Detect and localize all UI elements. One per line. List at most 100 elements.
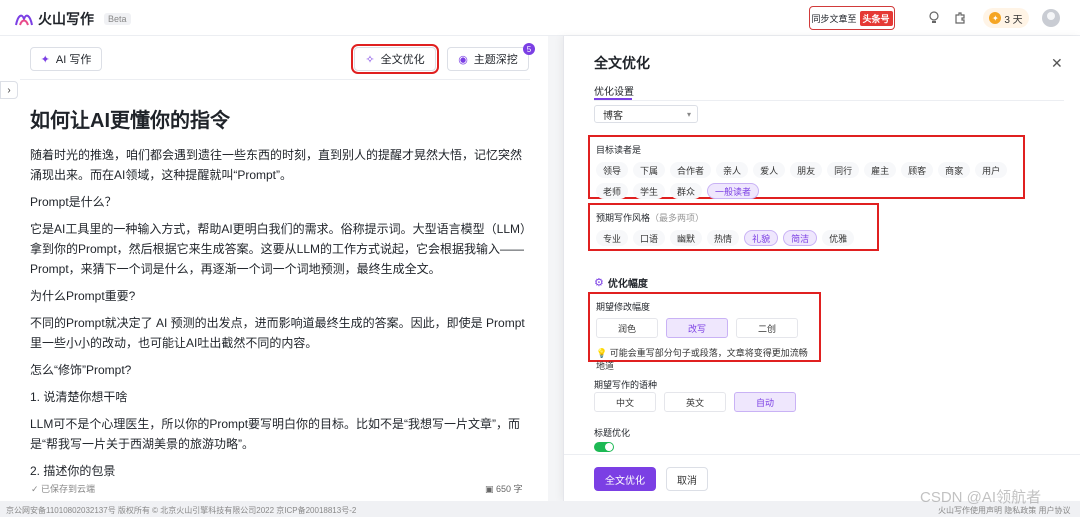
streak-count: 3 天 [1004,14,1023,26]
drawer-footer-divider [564,454,1080,455]
degree-label: 期望修改幅度 [596,302,651,312]
sparkle-icon: ✦ [40,53,50,66]
audience-option[interactable]: 领导 [596,162,629,178]
style-option[interactable]: 简洁 [783,230,818,246]
audience-option[interactable]: 亲人 [716,162,749,178]
expand-sidebar-button[interactable]: › [0,81,18,99]
paragraph[interactable]: 怎么“修饰”Prompt? [30,360,530,380]
paragraph[interactable]: 不同的Prompt就决定了 AI 预测的出发点，进而影响道最终生成的答案。因此，… [30,313,530,353]
paragraph[interactable]: 为什么Prompt重要? [30,286,530,306]
genre-select[interactable]: 博客 ▾ [594,105,698,123]
full-optimize-label: 全文优化 [380,54,425,66]
degree-options: 润色 改写 二创 [596,318,813,338]
audience-option[interactable]: 顾客 [901,162,934,178]
location-pin-icon: ◉ [458,53,468,66]
top-bar: 火山写作 Beta 同步文章至 头条号 ✦ 3 天 [0,0,1080,36]
style-label-text: 预期写作风格 [596,213,651,223]
audience-option[interactable]: 雇主 [864,162,897,178]
degree-option[interactable]: 改写 [666,318,728,338]
topic-deep-button[interactable]: ◉ 主题深挖 [447,47,529,71]
document-body[interactable]: 如何让AI更懂你的指令 随着时光的推逸，咱们都会遇到遗往一些东西的时刻，直到别人… [30,104,530,488]
style-option[interactable]: 口语 [633,230,666,246]
style-option[interactable]: 幽默 [670,230,703,246]
site-footer: 京公网安备11010802032137号 版权所有 © 北京火山引擎科技有限公司… [0,501,1080,517]
language-options: 中文 英文 自动 [594,392,796,412]
save-status: ✓ 已保存到云端 [31,484,96,494]
audience-option[interactable]: 下属 [633,162,666,178]
topic-count-badge: 5 [523,43,535,55]
plugin-icon[interactable] [952,10,968,26]
bulb-icon: 💡 [596,348,608,358]
style-option[interactable]: 礼貌 [744,230,779,246]
tab-optimize-settings[interactable]: 优化设置 [594,83,634,98]
topic-deep-label: 主题深挖 [473,54,518,66]
chevron-right-icon: › [7,84,11,96]
full-optimize-button[interactable]: ✧ 全文优化 [351,44,439,74]
paragraph[interactable]: Prompt是什么？ [30,192,530,212]
lightbulb-icon[interactable] [926,10,942,26]
toolbar-divider [20,79,530,80]
degree-option[interactable]: 二创 [736,318,798,338]
style-option[interactable]: 优雅 [822,230,855,246]
style-option[interactable]: 热情 [707,230,740,246]
magic-wand-icon: ✧ [365,53,375,66]
streak-days[interactable]: ✦ 3 天 [983,8,1029,28]
style-section: 预期写作风格（最多两项） 专业 口语 幽默 热情 礼貌 简洁 优雅 [588,203,879,251]
degree-heading: ⚙ 优化幅度 [594,275,648,290]
audience-section: 目标读者是 领导 下属 合作者 亲人 爱人 朋友 同行 雇主 顾客 商家 用户老师 学生 群众 一般读者 [588,135,1025,199]
language-label: 期望写作的语种 [594,380,658,390]
genre-value: 博客 [603,110,623,122]
style-label: 预期写作风格（最多两项） [596,211,871,224]
paragraph[interactable]: 1. 说清楚你想干啥 [30,387,530,407]
chevron-down-icon: ▾ [686,109,691,119]
audience-option[interactable]: 商家 [938,162,971,178]
language-option[interactable]: 英文 [664,392,726,412]
title-optimize-toggle[interactable] [594,442,614,452]
footer-legal: 京公网安备11010802032137号 版权所有 © 北京火山引擎科技有限公司… [6,506,357,515]
degree-section: 期望修改幅度 润色 改写 二创 💡 可能会重写部分句子或段落，文章将变得更加流畅地道 [588,292,821,371]
audience-option[interactable]: 朋友 [790,162,823,178]
sync-prefix: 同步文章至 [811,13,857,24]
paragraph[interactable]: 随着时光的推逸，咱们都会遇到遗往一些东西的时刻，直到别人的提醒才晃然大悟，记忆突… [30,145,530,185]
beta-badge: Beta [104,13,131,25]
confirm-optimize-button[interactable]: 全文优化 [594,467,656,491]
audience-option[interactable]: 老师 [596,183,629,199]
app-name: 火山写作 [38,11,94,27]
sync-article-button[interactable]: 同步文章至 头条号 [809,6,895,30]
ai-write-button[interactable]: ✦ AI 写作 [30,47,102,71]
toutiao-label: 头条号 [859,10,893,26]
drawer-title: 全文优化 [594,55,650,71]
degree-option[interactable]: 润色 [596,318,658,338]
flame-icon: ✦ [989,12,1002,24]
paragraph[interactable]: 它是AI工具里的一种输入方式，帮助AI更明白我们的需求。俗称提示词。大型语言模型… [30,219,530,279]
document-title[interactable]: 如何让AI更懂你的指令 [30,104,530,133]
language-option[interactable]: 中文 [594,392,656,412]
save-status-text: 已保存到云端 [41,484,96,494]
audience-option[interactable]: 合作者 [670,162,712,178]
logo-icon [15,14,33,26]
watermark: CSDN @AI领航者 [920,489,1042,506]
audience-option[interactable]: 同行 [827,162,860,178]
close-icon[interactable]: ✕ [1051,55,1063,72]
cancel-button[interactable]: 取消 [666,467,708,491]
gear-icon: ⚙ [594,277,604,289]
audience-option[interactable]: 群众 [670,183,703,199]
optimize-drawer: 全文优化 ✕ 优化设置 博客 ▾ 目标读者是 领导 下属 合作者 亲人 爱人 朋友 同行 雇主… [563,36,1080,501]
audience-option[interactable]: 学生 [633,183,666,199]
degree-heading-text: 优化幅度 [607,279,648,290]
style-option[interactable]: 专业 [596,230,629,246]
style-options: 专业 口语 幽默 热情 礼貌 简洁 优雅 [596,230,871,246]
audience-option[interactable]: 爱人 [753,162,786,178]
paragraph[interactable]: LLM可不是个心理医生，所以你的Prompt要写明白你的目标。比如不是“我想写一… [30,414,530,454]
audience-option[interactable]: 一般读者 [707,183,760,199]
language-option[interactable]: 自动 [734,392,796,412]
style-hint: （最多两项） [650,213,705,223]
title-optimize-label: 标题优化 [594,428,631,438]
audience-option[interactable]: 用户 [975,162,1008,178]
app-logo[interactable]: 火山写作 Beta [14,9,131,29]
degree-tip: 💡 可能会重写部分句子或段落，文章将变得更加流畅地道 [596,346,813,372]
audience-label: 目标读者是 [596,145,642,155]
word-count-text: 650 字 [496,484,523,494]
word-count: ▣ 650 字 [485,484,523,494]
user-avatar[interactable] [1042,9,1060,27]
